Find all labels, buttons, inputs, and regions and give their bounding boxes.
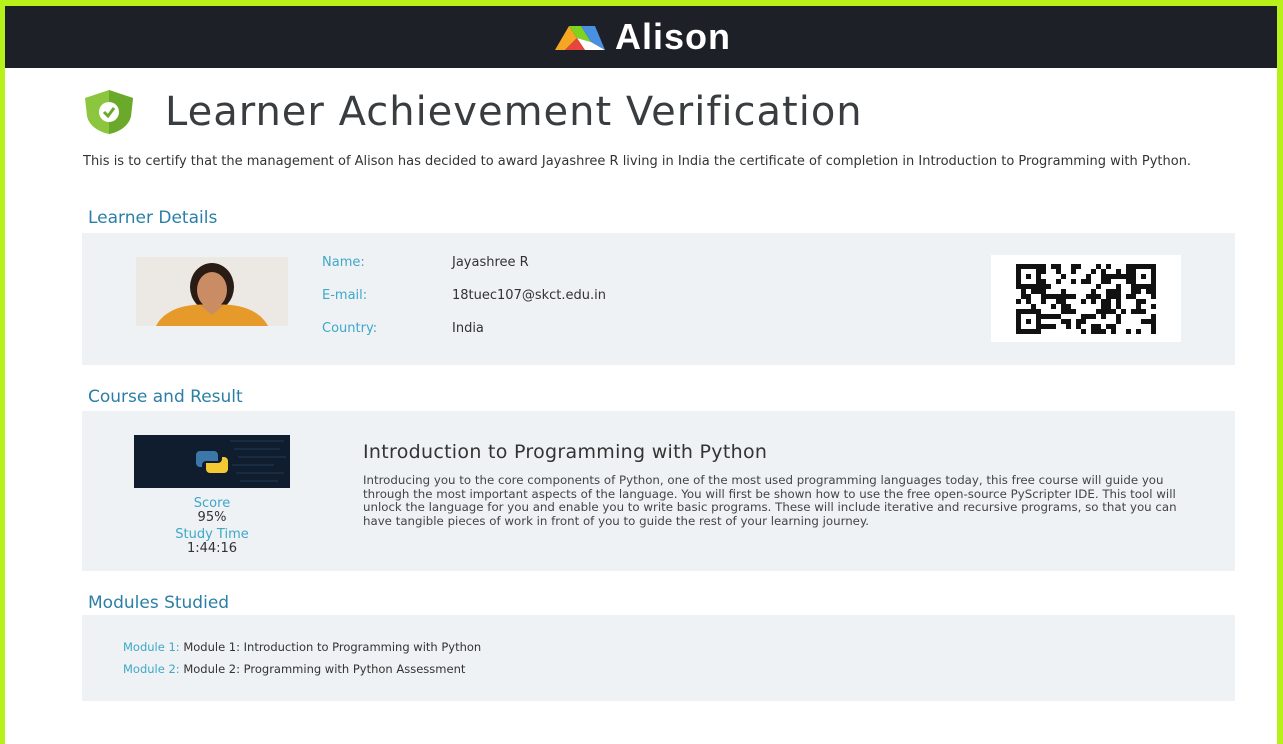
email-label: E-mail: [322, 288, 368, 303]
brand[interactable]: Alison [551, 16, 731, 58]
learner-details: Name: Jayashree R E-mail: 18tuec107@skct… [322, 255, 606, 354]
learner-country: India [452, 321, 484, 336]
score-label: Score [193, 496, 231, 511]
course-description: Introducing you to the core components o… [363, 473, 1177, 528]
name-row: Name: Jayashree R [322, 255, 606, 288]
study-time-value: 1:44:16 [186, 541, 238, 556]
course-thumbnail [134, 435, 290, 488]
course-result-panel: Score 95% Study Time 1:44:16 Introductio… [82, 411, 1235, 571]
qr-code-icon [1016, 263, 1156, 334]
study-time-label: Study Time [175, 527, 249, 542]
name-label: Name: [322, 255, 365, 270]
course-result-heading: Course and Result [88, 387, 243, 407]
modules-panel: Module 1: Module 1: Introduction to Prog… [82, 615, 1235, 701]
learner-photo-icon [136, 257, 288, 326]
alison-logo-icon [554, 26, 605, 50]
qr-code[interactable] [991, 255, 1181, 342]
learner-details-panel: Name: Jayashree R E-mail: 18tuec107@skct… [82, 233, 1235, 365]
certificate-page: Alison Learner Achievement Verification … [5, 6, 1277, 744]
certification-statement: This is to certify that the management o… [83, 154, 1192, 169]
email-row: E-mail: 18tuec107@skct.edu.in [322, 288, 606, 321]
module-item: Module 1: Module 1: Introduction to Prog… [123, 640, 481, 654]
top-bar: Alison [5, 6, 1277, 68]
course-title[interactable]: Introduction to Programming with Python [363, 441, 767, 463]
learner-email[interactable]: 18tuec107@skct.edu.in [452, 288, 606, 321]
module-item: Module 2: Module 2: Programming with Pyt… [123, 662, 465, 676]
module-label: Module 2: [123, 662, 180, 676]
score-value: 95% [197, 510, 227, 525]
module-title: Module 2: Programming with Python Assess… [183, 662, 466, 676]
country-label: Country: [322, 321, 378, 336]
page-title: Learner Achievement Verification [165, 89, 863, 135]
learner-details-heading: Learner Details [88, 208, 218, 228]
module-label: Module 1: [123, 640, 180, 654]
learner-name: Jayashree R [452, 255, 529, 270]
title-row: Learner Achievement Verification [81, 88, 863, 136]
python-logo-icon [134, 435, 290, 488]
verified-shield-icon [85, 90, 133, 134]
modules-heading: Modules Studied [88, 593, 230, 613]
country-row: Country: India [322, 321, 606, 354]
brand-name: Alison [614, 16, 731, 57]
module-title: Module 1: Introduction to Programming wi… [183, 640, 482, 654]
learner-photo [136, 257, 288, 326]
